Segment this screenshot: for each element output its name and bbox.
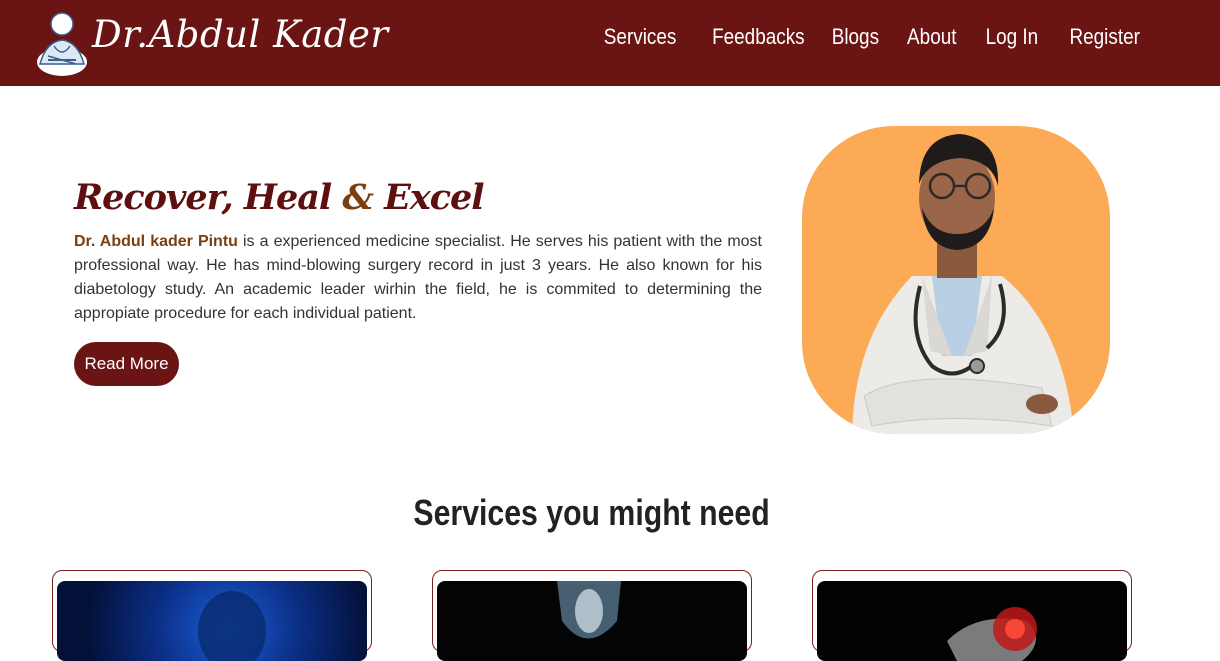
doctor-name: Dr. Abdul kader Pintu <box>74 233 238 250</box>
service-image <box>817 581 1127 661</box>
nav-feedbacks[interactable]: Feedbacks <box>712 24 805 50</box>
brand-logo-link[interactable] <box>34 4 90 80</box>
service-card[interactable] <box>432 570 752 661</box>
service-card[interactable] <box>812 570 1132 661</box>
service-image <box>437 581 747 661</box>
doctor-logo-icon <box>37 12 87 76</box>
nav-register[interactable]: Register <box>1070 24 1140 50</box>
navbar: Dr.Abdul Kader Services Feedbacks Blogs … <box>0 0 1220 86</box>
hero-title-amp: & <box>342 177 374 218</box>
nav-services[interactable]: Services <box>604 24 677 50</box>
hero-title-part2: Excel <box>373 177 484 218</box>
doctor-photo <box>802 126 1110 434</box>
nav-about[interactable]: About <box>907 24 956 50</box>
service-card[interactable] <box>52 570 372 661</box>
doctor-portrait-image <box>852 134 1074 434</box>
main-nav: Services Feedbacks Blogs About Log In Re… <box>592 24 1140 50</box>
services-heading: Services you might need <box>413 492 770 533</box>
brand-name[interactable]: Dr.Abdul Kader <box>92 13 389 56</box>
hero-title-part1: Recover, Heal <box>74 177 343 218</box>
nav-blogs[interactable]: Blogs <box>832 24 879 50</box>
hero-description: Dr. Abdul kader Pintu is a experienced m… <box>74 230 762 326</box>
service-image <box>57 581 367 661</box>
nav-login[interactable]: Log In <box>985 24 1038 50</box>
read-more-button[interactable]: Read More <box>74 342 179 386</box>
hero-title: Recover, Heal & Excel <box>74 177 485 218</box>
